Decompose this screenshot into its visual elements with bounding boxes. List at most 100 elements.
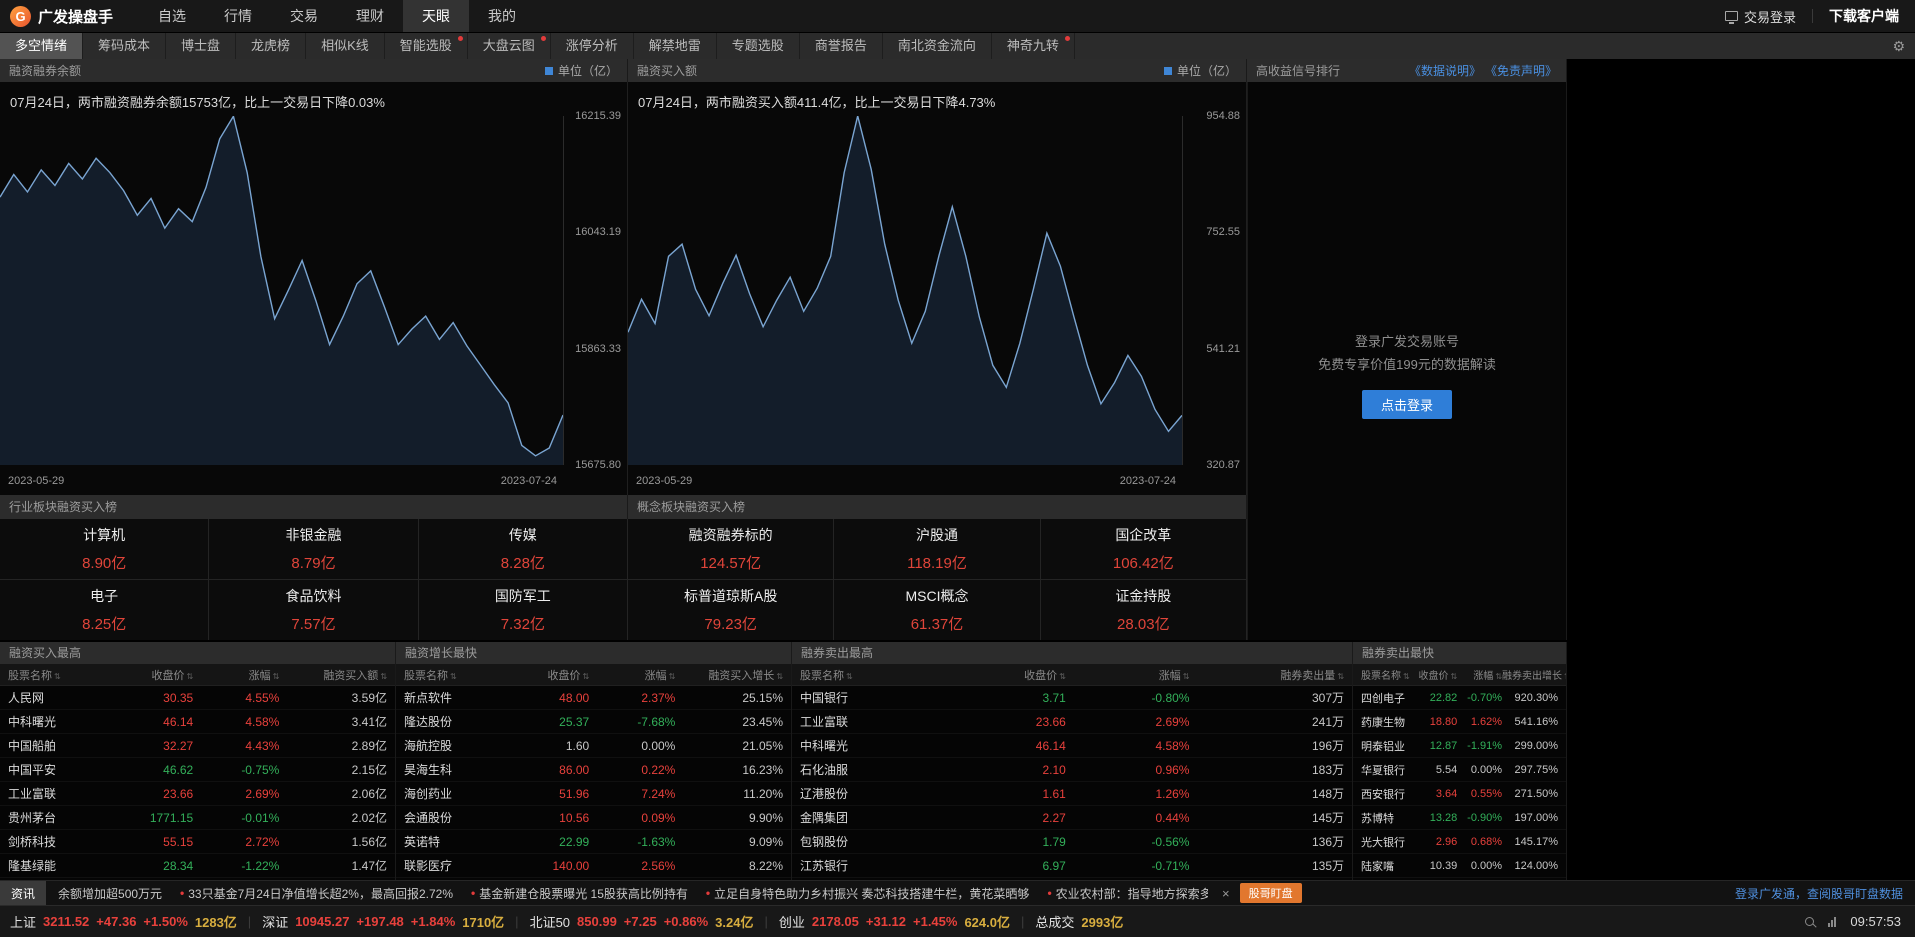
board-cell-沪股通[interactable]: 沪股通118.19亿	[834, 519, 1039, 579]
table-row[interactable]: 海创药业51.967.24%11.20%	[396, 782, 791, 806]
menu-item-我的[interactable]: 我的	[469, 0, 535, 32]
tab-龙虎榜[interactable]: 龙虎榜	[236, 33, 306, 59]
col-header-涨幅[interactable]: 涨幅⇅	[1066, 667, 1190, 683]
table-row[interactable]: 隆达股份25.37-7.68%23.45%	[396, 710, 791, 734]
table-row[interactable]: 光大银行2.960.68%145.17%	[1353, 830, 1566, 854]
table-row[interactable]: 华夏银行5.540.00%297.75%	[1353, 758, 1566, 782]
table-row[interactable]: 工业富联23.662.69%241万	[792, 710, 1352, 734]
col-header-收盘价[interactable]: 收盘价⇅	[503, 667, 589, 683]
col-header-股票名称[interactable]: 股票名称⇅	[792, 667, 942, 683]
table-row[interactable]: 江苏银行6.97-0.71%135万	[792, 854, 1352, 878]
menu-item-理财[interactable]: 理财	[337, 0, 403, 32]
table-row[interactable]: 中国银行3.71-0.80%307万	[792, 686, 1352, 710]
board-cell-国防军工[interactable]: 国防军工7.32亿	[419, 580, 627, 640]
board-cell-传媒[interactable]: 传媒8.28亿	[419, 519, 627, 579]
table-row[interactable]: 陆家嘴10.390.00%124.00%	[1353, 854, 1566, 878]
col-header-收盘价[interactable]: 收盘价⇅	[942, 667, 1066, 683]
table-row[interactable]: 隆基绿能28.34-1.22%1.47亿	[0, 854, 395, 878]
board-cell-MSCI概念[interactable]: MSCI概念61.37亿	[834, 580, 1039, 640]
table-row[interactable]: 贵州茅台1771.15-0.01%2.02亿	[0, 806, 395, 830]
ticker-item[interactable]: •立足自身特色助力乡村振兴 奏芯科技搭建牛栏，黄花菜晒够	[706, 885, 1030, 902]
table-row[interactable]: 中国船舶32.274.43%2.89亿	[0, 734, 395, 758]
board-cell-电子[interactable]: 电子8.25亿	[0, 580, 208, 640]
board-cell-食品饮料[interactable]: 食品饮料7.57亿	[209, 580, 417, 640]
table-row[interactable]: 新点软件48.002.37%25.15%	[396, 686, 791, 710]
col-header-涨幅[interactable]: 涨幅⇅	[1457, 667, 1502, 682]
table-row[interactable]: 西安银行3.640.55%271.50%	[1353, 782, 1566, 806]
tab-神奇九转[interactable]: 神奇九转	[992, 33, 1075, 59]
ticker-item[interactable]: •33只基金7月24日净值增长超2%，最高回报2.72%	[180, 885, 453, 902]
col-header-收盘价[interactable]: 收盘价⇅	[1412, 667, 1457, 682]
board-cell-证金持股[interactable]: 证金持股28.03亿	[1041, 580, 1246, 640]
login-link[interactable]: 登录广发通，查阅股哥盯盘数据	[1735, 885, 1903, 902]
tab-智能选股[interactable]: 智能选股	[385, 33, 468, 59]
table-row[interactable]: 药康生物18.801.62%541.16%	[1353, 710, 1566, 734]
col-header-股票名称[interactable]: 股票名称⇅	[0, 667, 107, 683]
table-row[interactable]: 昊海生科86.000.22%16.23%	[396, 758, 791, 782]
table-row[interactable]: 剑桥科技55.152.72%1.56亿	[0, 830, 395, 854]
trade-login-button[interactable]: 交易登录	[1744, 7, 1796, 26]
table-row[interactable]: 人民网30.354.55%3.59亿	[0, 686, 395, 710]
table-row[interactable]: 海航控股1.600.00%21.05%	[396, 734, 791, 758]
table-row[interactable]: 中科曙光46.144.58%3.41亿	[0, 710, 395, 734]
gear-icon[interactable]: ⚙	[1892, 38, 1905, 55]
table-row[interactable]: 明泰铝业12.87-1.91%299.00%	[1353, 734, 1566, 758]
table-row[interactable]: 金隅集团2.270.44%145万	[792, 806, 1352, 830]
data-explanation-link[interactable]: 《数据说明》	[1409, 62, 1481, 79]
tab-涨停分析[interactable]: 涨停分析	[551, 33, 634, 59]
table-row[interactable]: 中国平安46.62-0.75%2.15亿	[0, 758, 395, 782]
tab-筹码成本[interactable]: 筹码成本	[83, 33, 166, 59]
menu-item-天眼[interactable]: 天眼	[403, 0, 469, 32]
index-深证[interactable]: 深证10945.27+197.48+1.84%1710亿	[262, 912, 504, 931]
board-cell-标普道琼斯A股[interactable]: 标普道琼斯A股79.23亿	[628, 580, 833, 640]
col-header-股票名称[interactable]: 股票名称⇅	[396, 667, 503, 683]
board-cell-国企改革[interactable]: 国企改革106.42亿	[1041, 519, 1246, 579]
table-row[interactable]: 四创电子22.82-0.70%920.30%	[1353, 686, 1566, 710]
col-header-融资买入额[interactable]: 融资买入额⇅	[279, 667, 395, 683]
board-cell-计算机[interactable]: 计算机8.90亿	[0, 519, 208, 579]
table-row[interactable]: 中科曙光46.144.58%196万	[792, 734, 1352, 758]
disclaimer-link[interactable]: 《免责声明》	[1485, 62, 1557, 79]
download-client-button[interactable]: 下载客户端	[1829, 6, 1899, 26]
promo-badge[interactable]: 股哥盯盘	[1240, 883, 1302, 903]
tab-南北资金流向[interactable]: 南北资金流向	[883, 33, 992, 59]
tab-商誉报告[interactable]: 商誉报告	[800, 33, 883, 59]
ticker-item[interactable]: •农业农村部：指导地方探索多样化途径发展新型农村集体经济	[1047, 885, 1208, 902]
menu-item-自选[interactable]: 自选	[139, 0, 205, 32]
table-row[interactable]: 辽港股份1.611.26%148万	[792, 782, 1352, 806]
table-row[interactable]: 包钢股份1.79-0.56%136万	[792, 830, 1352, 854]
menu-item-行情[interactable]: 行情	[205, 0, 271, 32]
table-row[interactable]: 工业富联23.662.69%2.06亿	[0, 782, 395, 806]
col-header-涨幅[interactable]: 涨幅⇅	[193, 667, 279, 683]
tab-相似K线[interactable]: 相似K线	[306, 33, 385, 59]
tab-博士盘[interactable]: 博士盘	[166, 33, 236, 59]
table-row[interactable]: 英诺特22.99-1.63%9.09%	[396, 830, 791, 854]
tab-解禁地雷[interactable]: 解禁地雷	[634, 33, 717, 59]
col-header-融资买入增长[interactable]: 融资买入增长⇅	[675, 667, 791, 683]
col-header-融券卖出增长[interactable]: 融券卖出增长⇅	[1502, 667, 1566, 682]
table-row[interactable]: 联影医疗140.002.56%8.22%	[396, 854, 791, 878]
ticker-item[interactable]: •基金新建仓股票曝光 15股获高比例持有	[471, 885, 688, 902]
board-cell-融资融券标的[interactable]: 融资融券标的124.57亿	[628, 519, 833, 579]
news-tab[interactable]: 资讯	[0, 881, 46, 905]
col-header-股票名称[interactable]: 股票名称⇅	[1353, 667, 1412, 682]
col-header-融券卖出量[interactable]: 融券卖出量⇅	[1189, 667, 1352, 683]
index-创业[interactable]: 创业2178.05+31.12+1.45%624.0亿	[779, 912, 1010, 931]
tab-多空情绪[interactable]: 多空情绪	[0, 33, 83, 59]
col-header-收盘价[interactable]: 收盘价⇅	[107, 667, 193, 683]
index-北证50[interactable]: 北证50850.99+7.25+0.86%3.24亿	[530, 912, 754, 931]
login-button[interactable]: 点击登录	[1362, 390, 1452, 419]
menu-item-交易[interactable]: 交易	[271, 0, 337, 32]
tab-专题选股[interactable]: 专题选股	[717, 33, 800, 59]
table-row[interactable]: 苏博特13.28-0.90%197.00%	[1353, 806, 1566, 830]
board-cell-非银金融[interactable]: 非银金融8.79亿	[209, 519, 417, 579]
col-header-涨幅[interactable]: 涨幅⇅	[589, 667, 675, 683]
search-icon[interactable]	[1805, 917, 1814, 926]
index-上证[interactable]: 上证3211.52+47.36+1.50%1283亿	[10, 912, 237, 931]
table-row[interactable]: 会通股份10.560.09%9.90%	[396, 806, 791, 830]
index-总成交[interactable]: 总成交2993亿	[1035, 912, 1123, 931]
ticker-item[interactable]: 余额增加超500万元	[58, 885, 162, 902]
close-icon[interactable]: ×	[1222, 886, 1230, 901]
tab-大盘云图[interactable]: 大盘云图	[468, 33, 551, 59]
table-row[interactable]: 石化油服2.100.96%183万	[792, 758, 1352, 782]
